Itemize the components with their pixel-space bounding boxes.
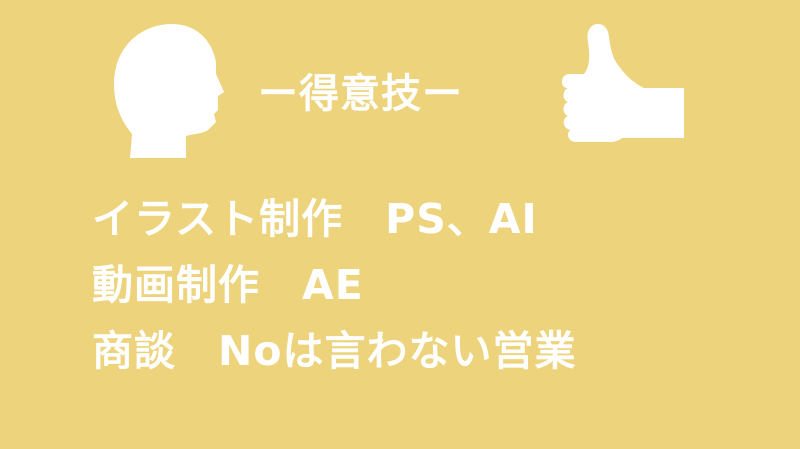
- skill-line-video: 動画制作 AE: [92, 261, 364, 309]
- skills-list: イラスト制作 PS、AI 動画制作 AE 商談 Noは言わない営業: [92, 186, 772, 384]
- skill-line-sales: 商談 Noは言わない営業: [92, 327, 577, 375]
- skill-line-illustration: イラスト制作 PS、AI: [92, 195, 538, 243]
- skills-slide: ー得意技ー イラスト制作 PS、AI 動画制作 AE 商談 Noは言わない営業: [0, 0, 800, 449]
- head-silhouette-icon: [114, 24, 224, 158]
- heading-title: ー得意技ー: [258, 71, 463, 117]
- thumbs-up-icon: [562, 24, 684, 142]
